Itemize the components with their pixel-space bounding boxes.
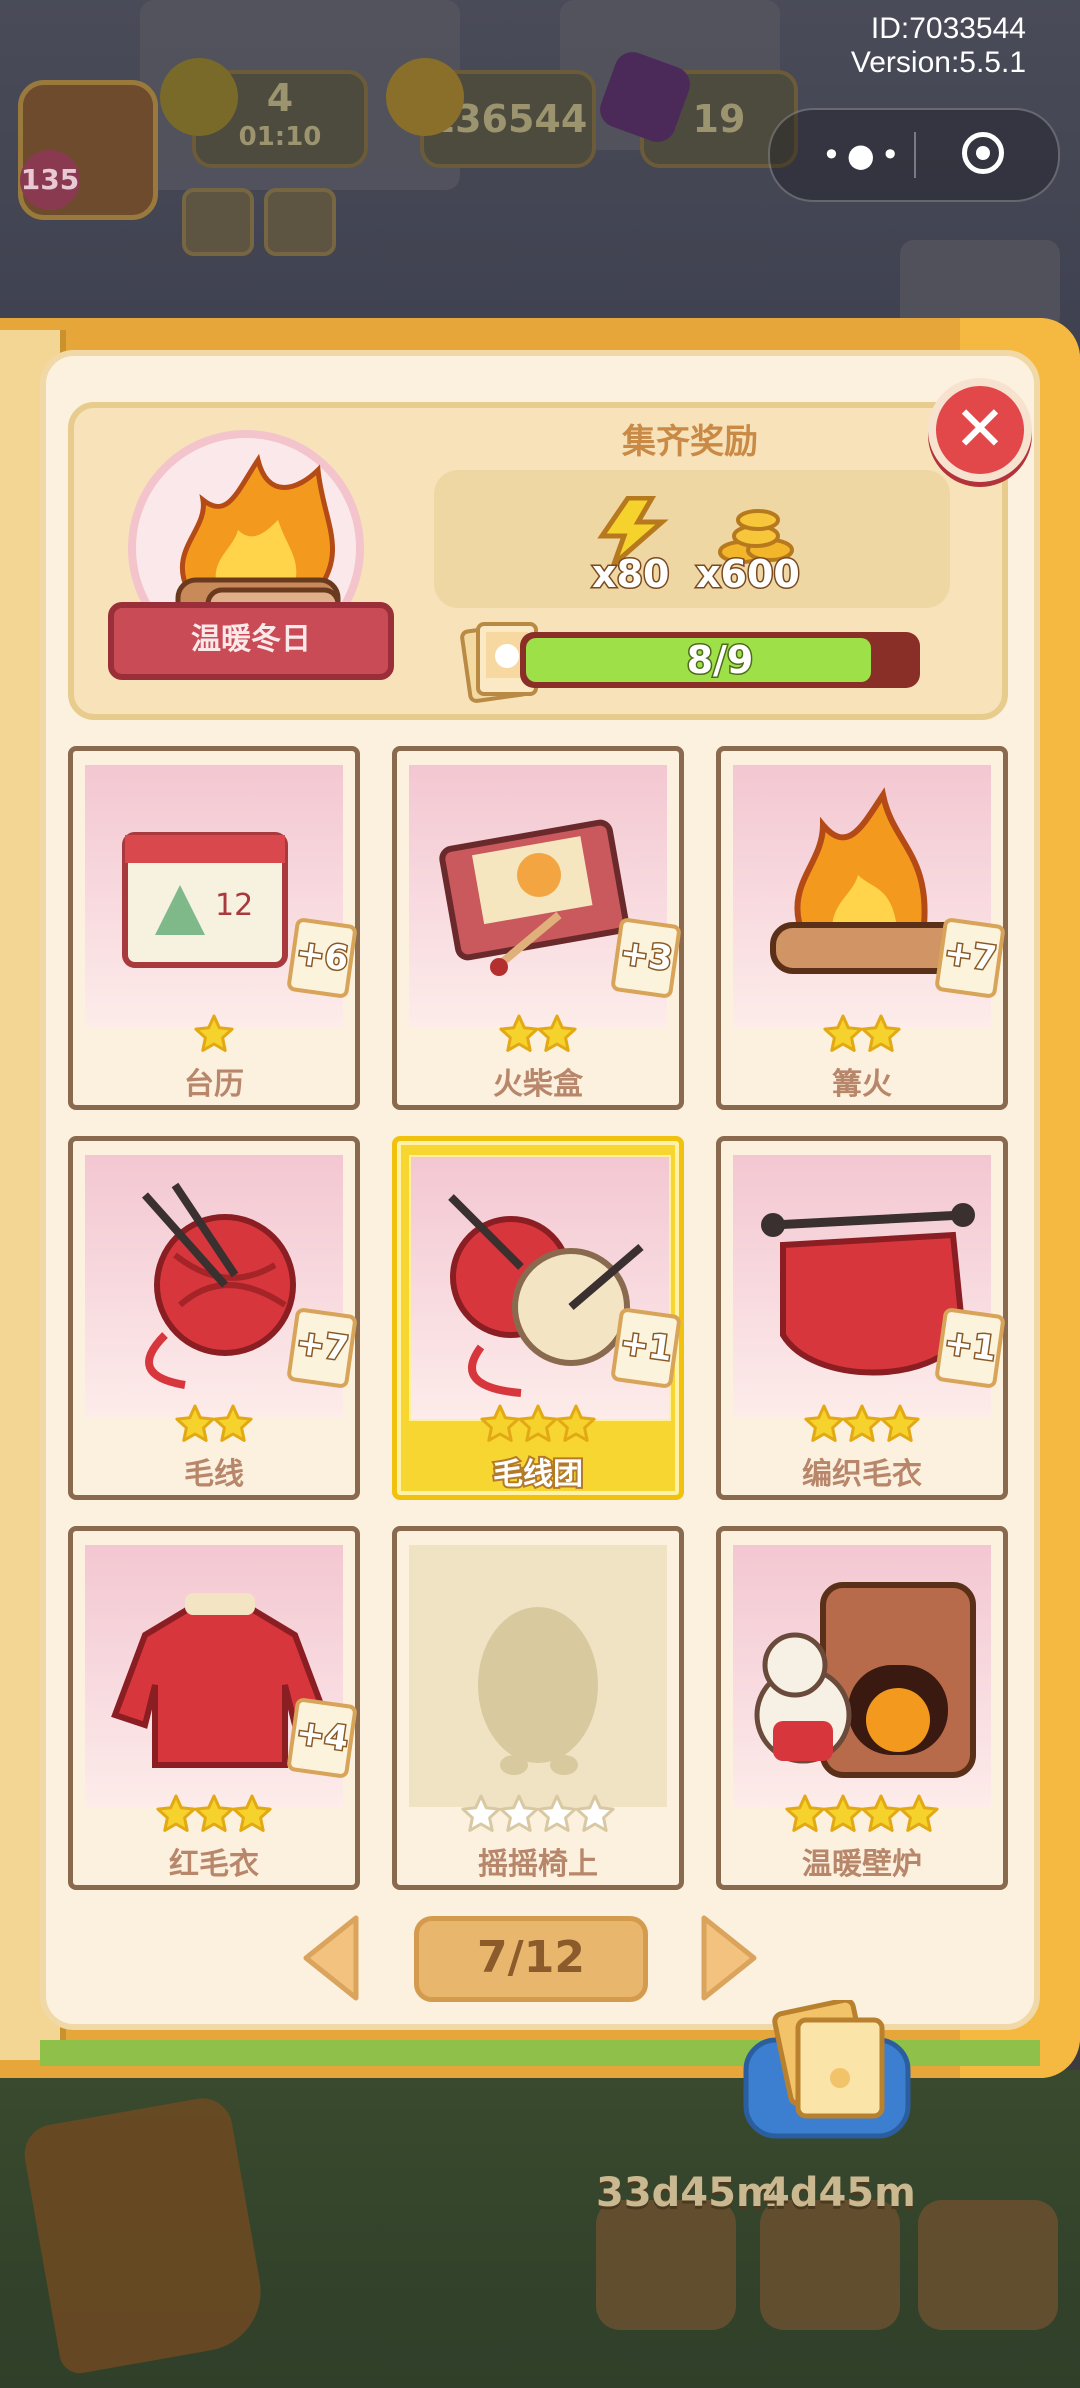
card-name: 摇摇椅上 bbox=[478, 1847, 598, 1882]
previous-page-button[interactable] bbox=[298, 1912, 362, 2004]
mail-icon[interactable] bbox=[264, 188, 336, 256]
mini-program-capsule[interactable]: •●• bbox=[768, 108, 1060, 202]
background-building bbox=[900, 240, 1060, 330]
card-star-rating bbox=[73, 1403, 355, 1447]
card-star-rating bbox=[397, 1793, 679, 1837]
close-icon: ✕ bbox=[954, 392, 1006, 465]
set-progress-bar: 8/9 bbox=[520, 632, 920, 688]
card-star-rating bbox=[721, 1793, 1003, 1837]
duplicate-count-badge: +7 bbox=[286, 1307, 358, 1389]
duplicate-count-badge: +6 bbox=[286, 917, 358, 999]
energy-bolt-icon bbox=[160, 58, 238, 136]
card-name: 篝火 bbox=[832, 1067, 892, 1102]
reward-title: 集齐奖励 bbox=[622, 422, 758, 462]
star-icon bbox=[461, 1794, 615, 1832]
svg-text:12: 12 bbox=[215, 888, 253, 923]
duplicate-count-badge: +1 bbox=[934, 1307, 1006, 1389]
bottom-slot[interactable] bbox=[760, 2200, 900, 2330]
collection-card[interactable]: 温暖壁炉 bbox=[716, 1526, 1008, 1890]
collection-card[interactable]: 毛线 +7 bbox=[68, 1136, 360, 1500]
star-icon bbox=[785, 1794, 939, 1832]
collection-card[interactable]: 篝火 +7 bbox=[716, 746, 1008, 1110]
star-icon bbox=[804, 1404, 920, 1442]
player-id-info: ID:7033544 Version:5.5.1 bbox=[851, 12, 1026, 80]
card-art bbox=[409, 1545, 667, 1807]
card-star-rating bbox=[73, 1793, 355, 1837]
duplicate-count-badge: +7 bbox=[934, 917, 1006, 999]
energy-bolt-decoration-icon bbox=[19, 2093, 271, 2377]
bottom-timer-left: 33d45m bbox=[596, 2170, 778, 2216]
more-dots-icon[interactable]: •●• bbox=[822, 139, 906, 171]
duplicate-count-badge: +3 bbox=[610, 917, 682, 999]
fireplace-icon bbox=[754, 1582, 976, 1778]
card-star-rating bbox=[721, 1403, 1003, 1447]
page-indicator: 7/12 bbox=[414, 1916, 648, 2002]
card-name: 编织毛衣 bbox=[802, 1457, 922, 1492]
set-emblem: 温暖冬日 bbox=[108, 430, 394, 710]
star-icon bbox=[175, 1404, 253, 1442]
bottom-slot[interactable] bbox=[596, 2200, 736, 2330]
bottom-slot[interactable] bbox=[918, 2200, 1058, 2330]
collection-card[interactable]: 毛线团 +1 bbox=[392, 1136, 684, 1500]
next-page-button[interactable] bbox=[698, 1912, 762, 2004]
reward-energy-amount: x80 bbox=[590, 551, 670, 598]
star-icon bbox=[823, 1014, 901, 1052]
set-progress-label: 8/9 bbox=[685, 637, 755, 684]
star-icon bbox=[156, 1794, 272, 1832]
card-name: 火柴盒 bbox=[493, 1067, 583, 1102]
duplicate-count-badge: +1 bbox=[610, 1307, 682, 1389]
close-button[interactable]: ✕ bbox=[928, 378, 1032, 482]
collection-card[interactable]: 12 台历 +6 bbox=[68, 746, 360, 1110]
collection-card[interactable]: 红毛衣 +4 bbox=[68, 1526, 360, 1890]
bottom-timer-right: 4d45m bbox=[762, 2170, 916, 2216]
star-icon bbox=[480, 1404, 596, 1442]
card-art bbox=[733, 1545, 991, 1807]
reward-box bbox=[434, 470, 950, 608]
reward-coin-amount: x600 bbox=[695, 551, 802, 598]
card-name: 毛线 bbox=[184, 1457, 244, 1492]
card-star-rating bbox=[397, 1013, 679, 1057]
card-star-rating bbox=[73, 1013, 355, 1057]
player-id: ID:7033544 bbox=[870, 12, 1026, 45]
collection-card[interactable]: 编织毛衣 +1 bbox=[716, 1136, 1008, 1500]
duplicate-count-badge: +4 bbox=[286, 1697, 358, 1779]
player-level: 135 bbox=[20, 150, 80, 210]
card-name: 毛线团 bbox=[491, 1455, 585, 1494]
card-star-rating bbox=[397, 1403, 679, 1447]
card-star-rating bbox=[721, 1013, 1003, 1057]
card-name: 台历 bbox=[184, 1067, 244, 1102]
settings-gear-icon[interactable] bbox=[182, 188, 254, 256]
card-pack-button[interactable] bbox=[742, 2000, 912, 2140]
coin-icon bbox=[386, 58, 464, 136]
locked-silhouette-icon bbox=[478, 1607, 598, 1775]
star-icon bbox=[194, 1014, 234, 1052]
card-name: 红毛衣 bbox=[169, 1847, 259, 1882]
gem-value: 19 bbox=[692, 97, 746, 141]
set-name: 温暖冬日 bbox=[108, 602, 394, 680]
target-icon[interactable] bbox=[962, 132, 1004, 174]
collection-card[interactable]: 火柴盒 +3 bbox=[392, 746, 684, 1110]
app-version: Version:5.5.1 bbox=[850, 46, 1026, 79]
star-icon bbox=[499, 1014, 577, 1052]
capsule-divider bbox=[914, 132, 916, 178]
collection-card[interactable]: 摇摇椅上 bbox=[392, 1526, 684, 1890]
card-name: 温暖壁炉 bbox=[802, 1847, 922, 1882]
